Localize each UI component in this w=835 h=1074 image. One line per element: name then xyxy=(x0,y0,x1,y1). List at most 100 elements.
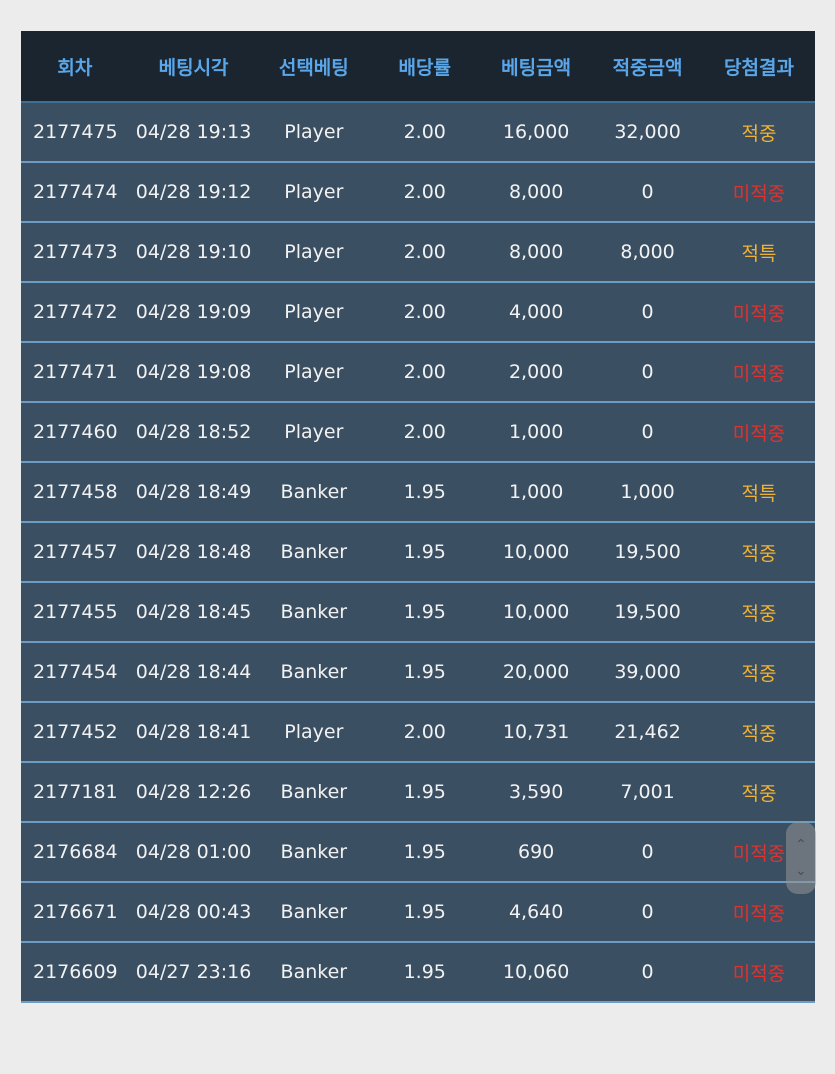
cell-bet-amount: 8,000 xyxy=(508,241,564,263)
cell-bet-amount: 4,000 xyxy=(508,301,564,323)
cell-round: 2176671 xyxy=(33,901,118,923)
cell-selected-bet: Banker xyxy=(280,481,348,503)
cell-bet-amount: 8,000 xyxy=(508,181,564,203)
cell-odds: 1.95 xyxy=(403,841,446,863)
cell-bet-amount: 10,000 xyxy=(502,601,570,623)
table-row[interactable]: 2176609 04/27 23:16 Banker 1.95 10,060 0 미적중 xyxy=(21,942,815,1002)
cell-selected-bet: Banker xyxy=(280,601,348,623)
cell-round: 2177460 xyxy=(33,421,118,443)
cell-selected-bet: Player xyxy=(284,241,344,263)
header-round: 회차 xyxy=(21,31,129,103)
header-bet-time: 베팅시각 xyxy=(128,31,259,103)
cell-bet-amount: 1,000 xyxy=(508,421,564,443)
cell-bet-time: 04/28 19:08 xyxy=(135,361,252,383)
cell-bet-amount: 2,000 xyxy=(508,361,564,383)
table-row[interactable]: 2177458 04/28 18:49 Banker 1.95 1,000 1,000 적특 xyxy=(21,462,815,522)
cell-round: 2177181 xyxy=(33,781,118,803)
table-row[interactable]: 2176671 04/28 00:43 Banker 1.95 4,640 0 미적중 xyxy=(21,882,815,942)
cell-payout-amount: 19,500 xyxy=(614,601,681,623)
cell-bet-time: 04/28 00:43 xyxy=(135,901,252,923)
cell-odds: 2.00 xyxy=(403,721,446,743)
table-row[interactable]: 2177457 04/28 18:48 Banker 1.95 10,000 19,500… xyxy=(21,522,815,582)
cell-result: 미적중 xyxy=(732,302,786,325)
cell-bet-time: 04/28 18:49 xyxy=(135,481,252,503)
cell-payout-amount: 19,500 xyxy=(614,541,681,563)
cell-result: 적중 xyxy=(741,722,777,745)
chevron-down-icon[interactable]: ⌄ xyxy=(786,864,816,878)
table-row[interactable]: 2177472 04/28 19:09 Player 2.00 4,000 0 미적중 xyxy=(21,282,815,342)
table-row[interactable]: 2176684 04/28 01:00 Banker 1.95 690 0 미적중 xyxy=(21,822,815,882)
cell-selected-bet: Player xyxy=(284,121,344,143)
cell-bet-time: 04/28 19:12 xyxy=(135,181,252,203)
cell-selected-bet: Player xyxy=(284,181,344,203)
chevron-up-icon[interactable]: ⌃ xyxy=(786,838,816,852)
cell-bet-amount: 4,640 xyxy=(508,901,564,923)
cell-result: 적중 xyxy=(741,122,777,145)
cell-bet-amount: 20,000 xyxy=(502,661,570,683)
cell-odds: 1.95 xyxy=(403,541,446,563)
cell-bet-time: 04/28 01:00 xyxy=(135,841,252,863)
cell-result: 미적중 xyxy=(732,962,786,985)
cell-payout-amount: 1,000 xyxy=(620,481,675,503)
cell-round: 2177471 xyxy=(33,361,118,383)
cell-payout-amount: 0 xyxy=(641,901,654,923)
cell-payout-amount: 0 xyxy=(641,301,654,323)
bet-history-table: 회차 베팅시각 선택베팅 배당률 베팅금액 적중금액 당첨결과 2177475 0… xyxy=(21,31,815,1003)
table-row[interactable]: 2177473 04/28 19:10 Player 2.00 8,000 8,000 적특 xyxy=(21,222,815,282)
cell-round: 2177475 xyxy=(33,121,118,143)
cell-payout-amount: 32,000 xyxy=(614,121,681,143)
cell-bet-amount: 10,060 xyxy=(502,961,570,983)
cell-selected-bet: Banker xyxy=(280,781,348,803)
cell-selected-bet: Banker xyxy=(280,961,348,983)
cell-bet-time: 04/28 18:44 xyxy=(135,661,252,683)
table-body: 2177475 04/28 19:13 Player 2.00 16,000 32,000… xyxy=(21,102,815,1002)
cell-result: 미적중 xyxy=(732,422,786,445)
cell-bet-time: 04/28 12:26 xyxy=(135,781,252,803)
table-row[interactable]: 2177454 04/28 18:44 Banker 1.95 20,000 39,000… xyxy=(21,642,815,702)
cell-result: 미적중 xyxy=(732,182,786,205)
scroll-handle[interactable]: ⌃ ⌄ xyxy=(786,822,816,894)
cell-payout-amount: 21,462 xyxy=(614,721,681,743)
cell-odds: 2.00 xyxy=(403,301,446,323)
cell-selected-bet: Player xyxy=(284,361,344,383)
table-row[interactable]: 2177181 04/28 12:26 Banker 1.95 3,590 7,001 적중 xyxy=(21,762,815,822)
cell-bet-time: 04/28 18:48 xyxy=(135,541,252,563)
cell-bet-time: 04/28 18:45 xyxy=(135,601,252,623)
cell-bet-amount: 3,590 xyxy=(508,781,564,803)
bet-history-table-container: 회차 베팅시각 선택베팅 배당률 베팅금액 적중금액 당첨결과 2177475 0… xyxy=(21,31,815,1003)
cell-round: 2176684 xyxy=(33,841,118,863)
table-row[interactable]: 2177475 04/28 19:13 Player 2.00 16,000 32,000… xyxy=(21,102,815,162)
table-row[interactable]: 2177455 04/28 18:45 Banker 1.95 10,000 19,500… xyxy=(21,582,815,642)
cell-odds: 1.95 xyxy=(403,481,446,503)
cell-selected-bet: Player xyxy=(284,721,344,743)
cell-selected-bet: Banker xyxy=(280,541,348,563)
cell-round: 2177458 xyxy=(33,481,118,503)
header-payout-amount: 적중금액 xyxy=(592,31,704,103)
cell-selected-bet: Player xyxy=(284,301,344,323)
cell-round: 2177472 xyxy=(33,301,118,323)
cell-round: 2177474 xyxy=(33,181,118,203)
table-row[interactable]: 2177474 04/28 19:12 Player 2.00 8,000 0 미적중 xyxy=(21,162,815,222)
cell-round: 2176609 xyxy=(33,961,118,983)
table-row[interactable]: 2177452 04/28 18:41 Player 2.00 10,731 21,462… xyxy=(21,702,815,762)
cell-odds: 1.95 xyxy=(403,601,446,623)
cell-bet-time: 04/28 18:52 xyxy=(135,421,252,443)
cell-round: 2177457 xyxy=(33,541,118,563)
cell-odds: 1.95 xyxy=(403,901,446,923)
cell-bet-time: 04/28 19:10 xyxy=(135,241,252,263)
cell-odds: 1.95 xyxy=(403,661,446,683)
table-header: 회차 베팅시각 선택베팅 배당률 베팅금액 적중금액 당첨결과 xyxy=(21,31,815,103)
cell-result: 미적중 xyxy=(732,362,786,385)
cell-round: 2177473 xyxy=(33,241,118,263)
cell-selected-bet: Banker xyxy=(280,901,348,923)
header-bet-amount: 베팅금액 xyxy=(480,31,593,103)
table-row[interactable]: 2177460 04/28 18:52 Player 2.00 1,000 0 미적중 xyxy=(21,402,815,462)
cell-result: 적중 xyxy=(741,662,777,685)
cell-bet-amount: 16,000 xyxy=(502,121,570,143)
cell-selected-bet: Player xyxy=(284,421,344,443)
table-row[interactable]: 2177471 04/28 19:08 Player 2.00 2,000 0 미적중 xyxy=(21,342,815,402)
cell-bet-time: 04/27 23:16 xyxy=(135,961,252,983)
cell-result: 적특 xyxy=(741,482,777,505)
cell-bet-amount: 10,731 xyxy=(502,721,570,743)
cell-selected-bet: Banker xyxy=(280,841,348,863)
